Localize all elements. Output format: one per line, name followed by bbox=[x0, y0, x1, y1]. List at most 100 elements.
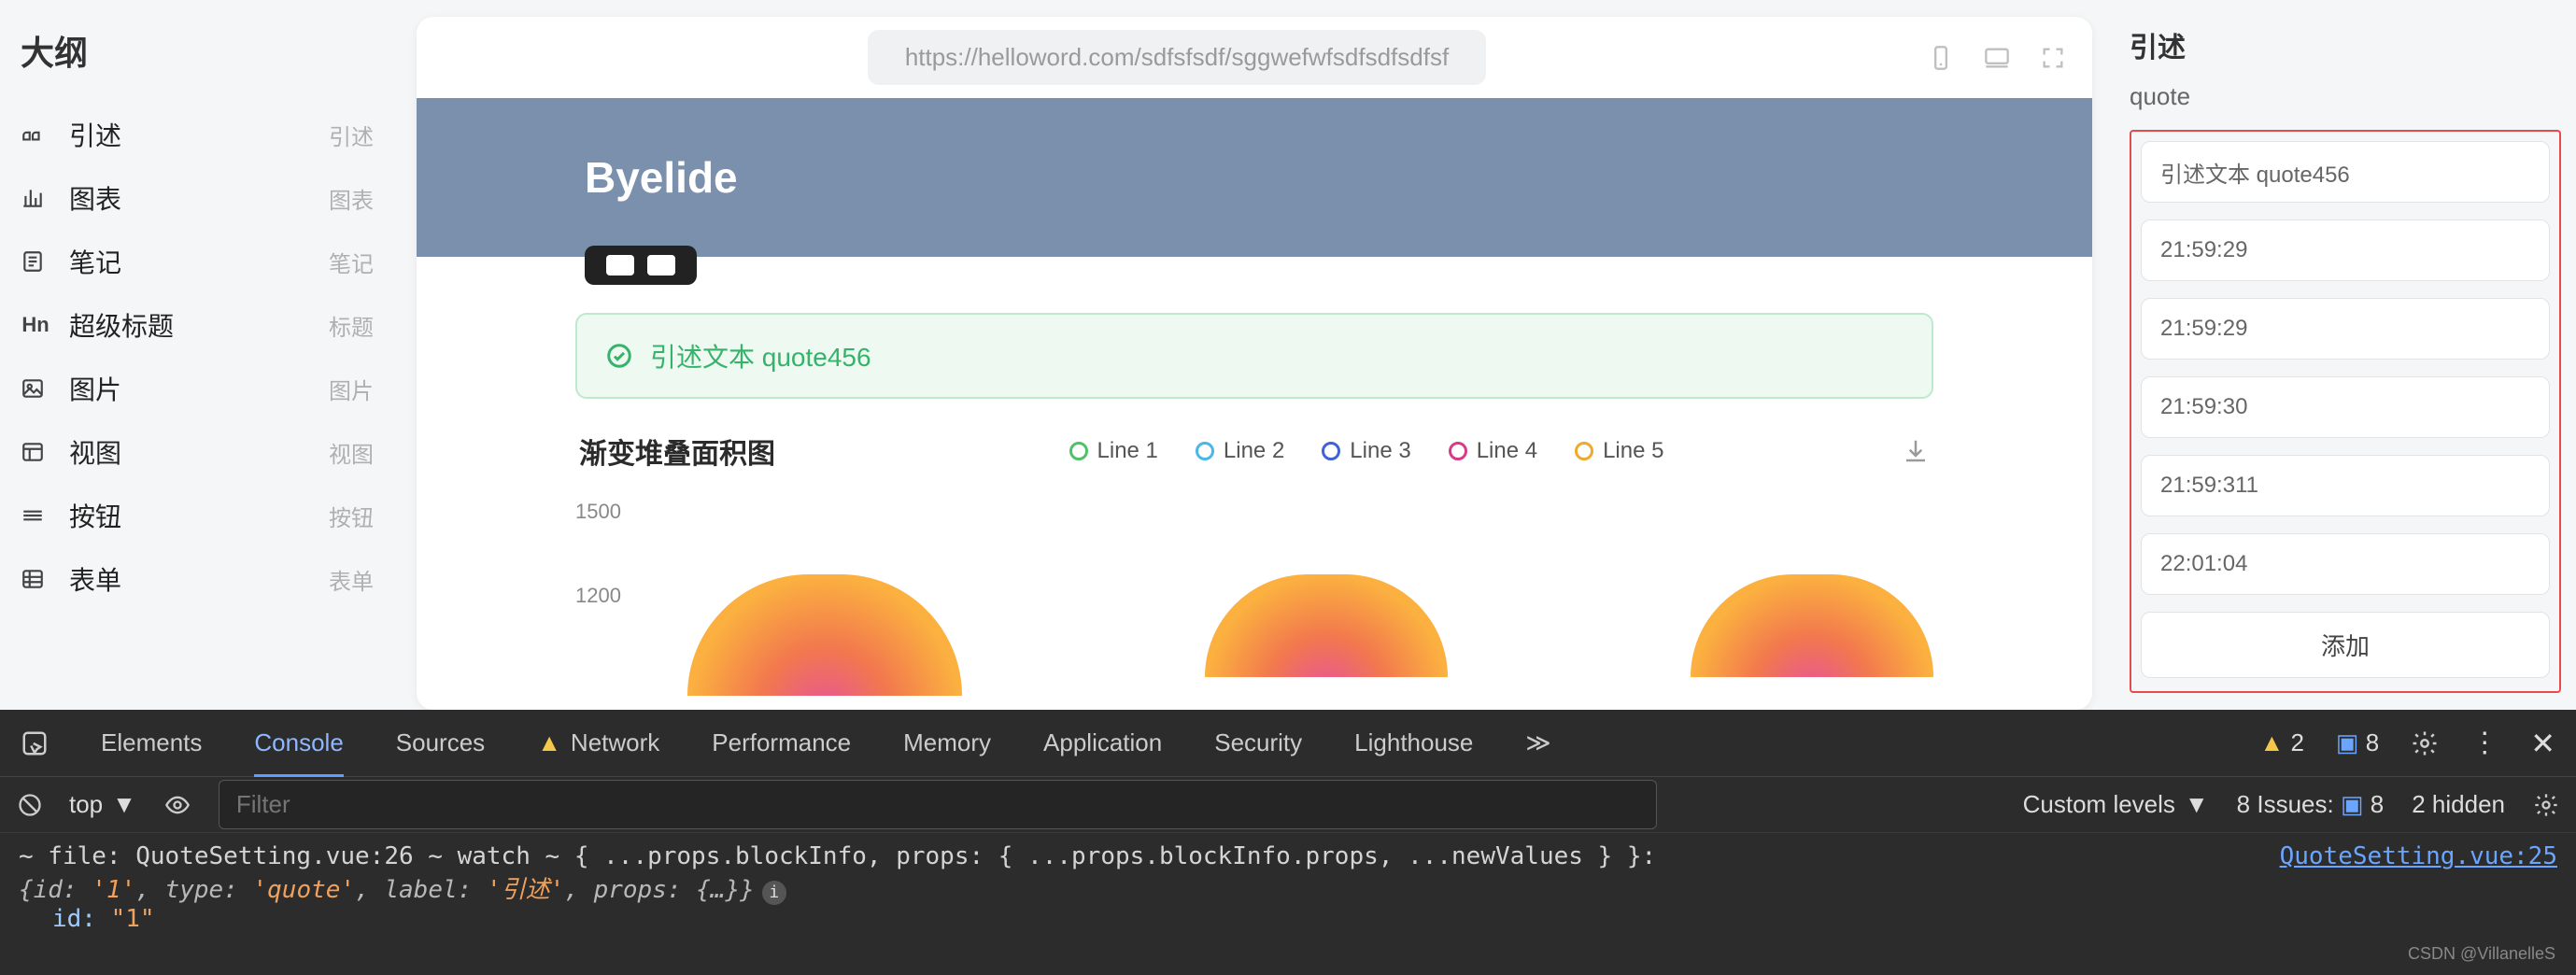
hidden-display: 2 hidden bbox=[2412, 790, 2505, 819]
browser-frame: https://helloword.com/sdfsfsdf/sggwefwfs… bbox=[417, 17, 2092, 710]
legend-item[interactable]: Line 1 bbox=[1069, 438, 1158, 464]
outline-label: 引述 bbox=[69, 116, 121, 153]
note-icon bbox=[21, 249, 50, 274]
outline-item-form[interactable]: 表单 表单 bbox=[17, 547, 377, 611]
heading-icon: Hn bbox=[21, 313, 50, 337]
time-input[interactable] bbox=[2141, 455, 2550, 516]
outline-tag: 引述 bbox=[329, 119, 374, 151]
time-input[interactable] bbox=[2141, 533, 2550, 595]
outline-item-heading[interactable]: Hn 超级标题 标题 bbox=[17, 293, 377, 357]
legend-item[interactable]: Line 4 bbox=[1449, 438, 1537, 464]
mobile-icon[interactable] bbox=[1928, 45, 1954, 71]
settings-icon[interactable] bbox=[2411, 729, 2439, 757]
area-bump bbox=[687, 574, 962, 696]
quote-text-input[interactable] bbox=[2141, 141, 2550, 203]
levels-select[interactable]: Custom levels ▼ bbox=[2023, 790, 2209, 819]
preview-pane: https://helloword.com/sdfsfsdf/sggwefwfs… bbox=[400, 0, 2109, 710]
inspect-icon[interactable] bbox=[21, 729, 49, 757]
area-bump bbox=[1205, 574, 1448, 677]
outline-tag: 标题 bbox=[329, 309, 374, 342]
outline-item-note[interactable]: 笔记 笔记 bbox=[17, 230, 377, 293]
tab-console[interactable]: Console bbox=[254, 728, 343, 777]
settings-icon[interactable] bbox=[2533, 792, 2559, 818]
chevron-down-icon: ▼ bbox=[2185, 790, 2209, 819]
time-input[interactable] bbox=[2141, 376, 2550, 438]
quote-block[interactable]: 引述文本 quote456 bbox=[575, 313, 1933, 399]
issues-display[interactable]: 8 Issues: ▣ 8 bbox=[2237, 790, 2385, 819]
image-icon bbox=[21, 376, 50, 401]
warning-count[interactable]: ▲ 2 bbox=[2259, 728, 2303, 757]
log-object-preview[interactable]: {id: '1', type: 'quote', label: '引述', pr… bbox=[19, 870, 2557, 905]
y-tick: 1200 bbox=[575, 584, 621, 608]
outline-label: 超级标题 bbox=[69, 306, 174, 344]
outline-panel: 大纲 引述 引述 图表 图表 笔记 笔记 Hn 超级标 bbox=[0, 0, 400, 710]
outline-item-view[interactable]: 视图 视图 bbox=[17, 420, 377, 484]
hero-toolbar[interactable] bbox=[585, 246, 697, 285]
devtools-panel: Elements Console Sources ▲ Network Perfo… bbox=[0, 710, 2576, 975]
outline-label: 图表 bbox=[69, 179, 121, 217]
clear-icon[interactable] bbox=[17, 792, 43, 818]
tab-elements[interactable]: Elements bbox=[101, 728, 202, 757]
tab-sources[interactable]: Sources bbox=[396, 728, 485, 757]
quote-text: 引述文本 quote456 bbox=[650, 337, 871, 374]
outline-label: 视图 bbox=[69, 433, 121, 471]
url-text: https://helloword.com/sdfsfsdf/sggwefwfs… bbox=[868, 30, 1486, 85]
hero-title: Byelide bbox=[585, 153, 738, 202]
tab-network[interactable]: ▲ Network bbox=[537, 728, 659, 757]
chart-legend: Line 1 Line 2 Line 3 Line 4 Line 5 bbox=[831, 438, 1902, 464]
console-output: ~ file: QuoteSetting.vue:26 ~ watch ~ { … bbox=[0, 833, 2576, 942]
quote-icon bbox=[21, 122, 50, 147]
fields-group: 添加 bbox=[2130, 130, 2561, 693]
add-button[interactable]: 添加 bbox=[2141, 612, 2550, 678]
y-tick: 1500 bbox=[575, 500, 621, 524]
outline-tag: 图片 bbox=[329, 373, 374, 405]
outline-label: 笔记 bbox=[69, 243, 121, 280]
desktop-icon[interactable] bbox=[1982, 45, 2012, 71]
settings-panel: 引述 quote 添加 bbox=[2109, 0, 2576, 710]
check-circle-icon bbox=[605, 342, 633, 370]
button-icon bbox=[21, 503, 50, 528]
time-input[interactable] bbox=[2141, 298, 2550, 360]
tab-security[interactable]: Security bbox=[1214, 728, 1302, 757]
kebab-icon[interactable]: ⋮ bbox=[2470, 727, 2498, 759]
chart-title: 渐变堆叠面积图 bbox=[579, 431, 775, 472]
outline-tag: 视图 bbox=[329, 436, 374, 469]
tab-application[interactable]: Application bbox=[1043, 728, 1162, 757]
download-icon[interactable] bbox=[1902, 437, 1930, 465]
close-icon[interactable]: ✕ bbox=[2530, 726, 2555, 761]
tabs-overflow[interactable]: ≫ bbox=[1525, 728, 1550, 757]
live-expression-icon[interactable] bbox=[163, 792, 192, 818]
outline-tag: 表单 bbox=[329, 563, 374, 596]
outline-item-chart[interactable]: 图表 图表 bbox=[17, 166, 377, 230]
tab-memory[interactable]: Memory bbox=[903, 728, 991, 757]
info-count[interactable]: ▣ 8 bbox=[2336, 728, 2379, 757]
filter-input[interactable] bbox=[219, 780, 1657, 829]
outline-label: 表单 bbox=[69, 560, 121, 598]
form-icon bbox=[21, 567, 50, 591]
legend-item[interactable]: Line 5 bbox=[1575, 438, 1663, 464]
outline-item-quote[interactable]: 引述 引述 bbox=[17, 103, 377, 166]
tab-performance[interactable]: Performance bbox=[712, 728, 851, 757]
outline-label: 图片 bbox=[69, 370, 121, 407]
chart-icon bbox=[21, 186, 50, 210]
outline-item-button[interactable]: 按钮 按钮 bbox=[17, 484, 377, 547]
legend-item[interactable]: Line 2 bbox=[1196, 438, 1284, 464]
legend-item[interactable]: Line 3 bbox=[1322, 438, 1410, 464]
tab-lighthouse[interactable]: Lighthouse bbox=[1354, 728, 1473, 757]
url-display: https://helloword.com/sdfsfsdf/sggwefwfs… bbox=[443, 30, 1911, 85]
area-bump bbox=[1691, 574, 1933, 677]
time-input[interactable] bbox=[2141, 219, 2550, 281]
log-source-link[interactable]: QuoteSetting.vue:25 bbox=[2280, 842, 2557, 870]
warning-icon: ▲ bbox=[537, 728, 561, 757]
hero-banner: Byelide bbox=[417, 98, 2092, 257]
chart-canvas: 1500 1200 bbox=[575, 490, 1933, 677]
info-icon[interactable]: i bbox=[762, 881, 786, 905]
outline-tag: 笔记 bbox=[329, 246, 374, 278]
address-bar: https://helloword.com/sdfsfsdf/sggwefwfs… bbox=[417, 17, 2092, 98]
outline-tag: 按钮 bbox=[329, 500, 374, 532]
outline-item-image[interactable]: 图片 图片 bbox=[17, 357, 377, 420]
context-select[interactable]: top ▼ bbox=[69, 790, 136, 819]
panel-title: 引述 bbox=[2130, 24, 2561, 65]
fullscreen-icon[interactable] bbox=[2040, 45, 2066, 71]
devtools-tabs: Elements Console Sources ▲ Network Perfo… bbox=[0, 710, 2576, 777]
